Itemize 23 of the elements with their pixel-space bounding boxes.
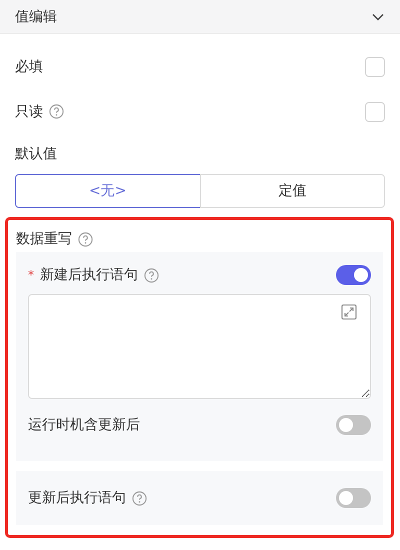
checkbox[interactable] — [365, 102, 385, 122]
field-label: 运行时机含更新后 — [28, 416, 140, 434]
required-mark: * — [28, 268, 34, 282]
help-icon[interactable] — [49, 104, 64, 119]
section-header[interactable]: 值编辑 — [0, 0, 400, 34]
help-icon[interactable] — [144, 268, 159, 282]
toggle-switch[interactable] — [336, 415, 371, 435]
section-title: 值编辑 — [15, 8, 57, 26]
toggle-switch[interactable] — [336, 488, 371, 508]
segment-option[interactable]: 定值 — [200, 174, 385, 208]
checkbox[interactable] — [365, 56, 385, 76]
help-icon[interactable] — [132, 490, 147, 506]
field-label: 必填 — [15, 58, 43, 76]
field-label: 只读 — [15, 102, 43, 120]
segment-option[interactable]: <无> — [15, 174, 200, 208]
field-label: 默认值 — [15, 145, 57, 163]
expand-icon[interactable] — [341, 304, 357, 320]
statement-field[interactable] — [28, 294, 371, 399]
section-label: 数据重写 — [16, 230, 72, 248]
help-icon[interactable] — [78, 232, 93, 246]
field-label: 新建后执行语句 — [40, 266, 138, 284]
toggle-switch[interactable] — [336, 265, 371, 285]
field-label: 更新后执行语句 — [28, 489, 126, 507]
